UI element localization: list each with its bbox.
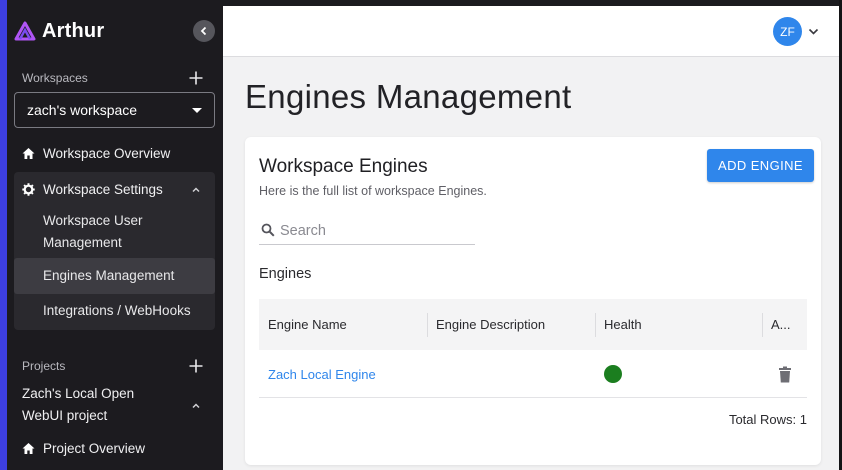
add-workspace-icon[interactable]: [188, 70, 204, 86]
chevron-up-icon: [192, 187, 200, 193]
engines-table: Engine Name Engine Description Health A.…: [259, 299, 807, 398]
brand: Arthur: [14, 20, 104, 43]
sidebar-item-workspace-settings[interactable]: Workspace Settings: [14, 180, 215, 198]
sidebar-item-label: Project Overview: [43, 440, 146, 456]
sidebar: Arthur Workspaces zach's workspace Works…: [7, 0, 223, 470]
sidebar-subitem-integrations-webhooks[interactable]: Integrations / WebHooks: [14, 300, 215, 322]
workspace-engines-card: Workspace Engines Here is the full list …: [245, 137, 821, 465]
sidebar-item-workspace-overview[interactable]: Workspace Overview: [14, 144, 215, 162]
chevron-down-icon[interactable]: [808, 26, 819, 37]
search-icon: [261, 223, 275, 237]
collapse-sidebar-button[interactable]: [193, 20, 215, 42]
trash-icon[interactable]: [778, 366, 792, 383]
sidebar-item-label: Workspace Settings: [43, 181, 163, 197]
sidebar-item-project-overview[interactable]: Project Overview: [14, 439, 215, 457]
sidebar-item-label: Workspace Overview: [43, 145, 171, 161]
caret-down-icon: [192, 108, 202, 113]
search-field: [259, 220, 475, 245]
window-left-edge: [0, 0, 7, 470]
search-input[interactable]: [280, 220, 470, 242]
gear-icon: [22, 183, 35, 196]
workspaces-label: Workspaces: [22, 71, 88, 85]
sidebar-subitem-engines-management[interactable]: Engines Management: [14, 258, 215, 294]
table-row: Zach Local Engine: [259, 350, 807, 398]
add-project-icon[interactable]: [188, 358, 204, 374]
brand-name: Arthur: [42, 20, 105, 42]
arthur-logo-icon: [14, 21, 36, 40]
home-icon: [22, 443, 35, 454]
column-header-engine-description[interactable]: Engine Description: [427, 299, 595, 350]
health-status-indicator: [604, 365, 622, 383]
table-header: Engine Name Engine Description Health A.…: [259, 299, 807, 350]
chevron-up-icon: [192, 403, 200, 409]
total-rows-count: Total Rows: 1: [728, 412, 807, 427]
engine-description-cell: [427, 350, 595, 398]
projects-label: Projects: [22, 359, 66, 373]
actions-cell: [769, 350, 807, 398]
workspace-select[interactable]: zach's workspace: [14, 92, 215, 128]
user-avatar[interactable]: ZF: [773, 17, 802, 46]
sidebar-project-item[interactable]: Zach's Local Open WebUI project: [14, 383, 215, 427]
add-engine-button[interactable]: ADD ENGINE: [707, 149, 814, 182]
health-cell: [595, 350, 763, 398]
sidebar-subitem-workspace-user-management[interactable]: Workspace User Management: [14, 210, 215, 254]
engines-table-label: Engines: [259, 266, 312, 282]
top-bar: ZF: [223, 6, 839, 57]
engine-name-link[interactable]: Zach Local Engine: [268, 367, 376, 382]
home-icon: [22, 148, 35, 159]
engine-name-cell: Zach Local Engine: [259, 350, 427, 398]
column-header-health[interactable]: Health: [595, 299, 763, 350]
chevron-left-icon: [200, 26, 207, 36]
column-header-actions[interactable]: A...: [762, 299, 807, 350]
project-label: Zach's Local Open WebUI project: [22, 386, 135, 423]
workspace-select-value: zach's workspace: [27, 102, 138, 118]
card-subtitle: Here is the full list of workspace Engin…: [259, 184, 487, 198]
page-title: Engines Management: [245, 78, 572, 115]
column-header-engine-name[interactable]: Engine Name: [259, 299, 427, 350]
card-title: Workspace Engines: [259, 156, 428, 177]
